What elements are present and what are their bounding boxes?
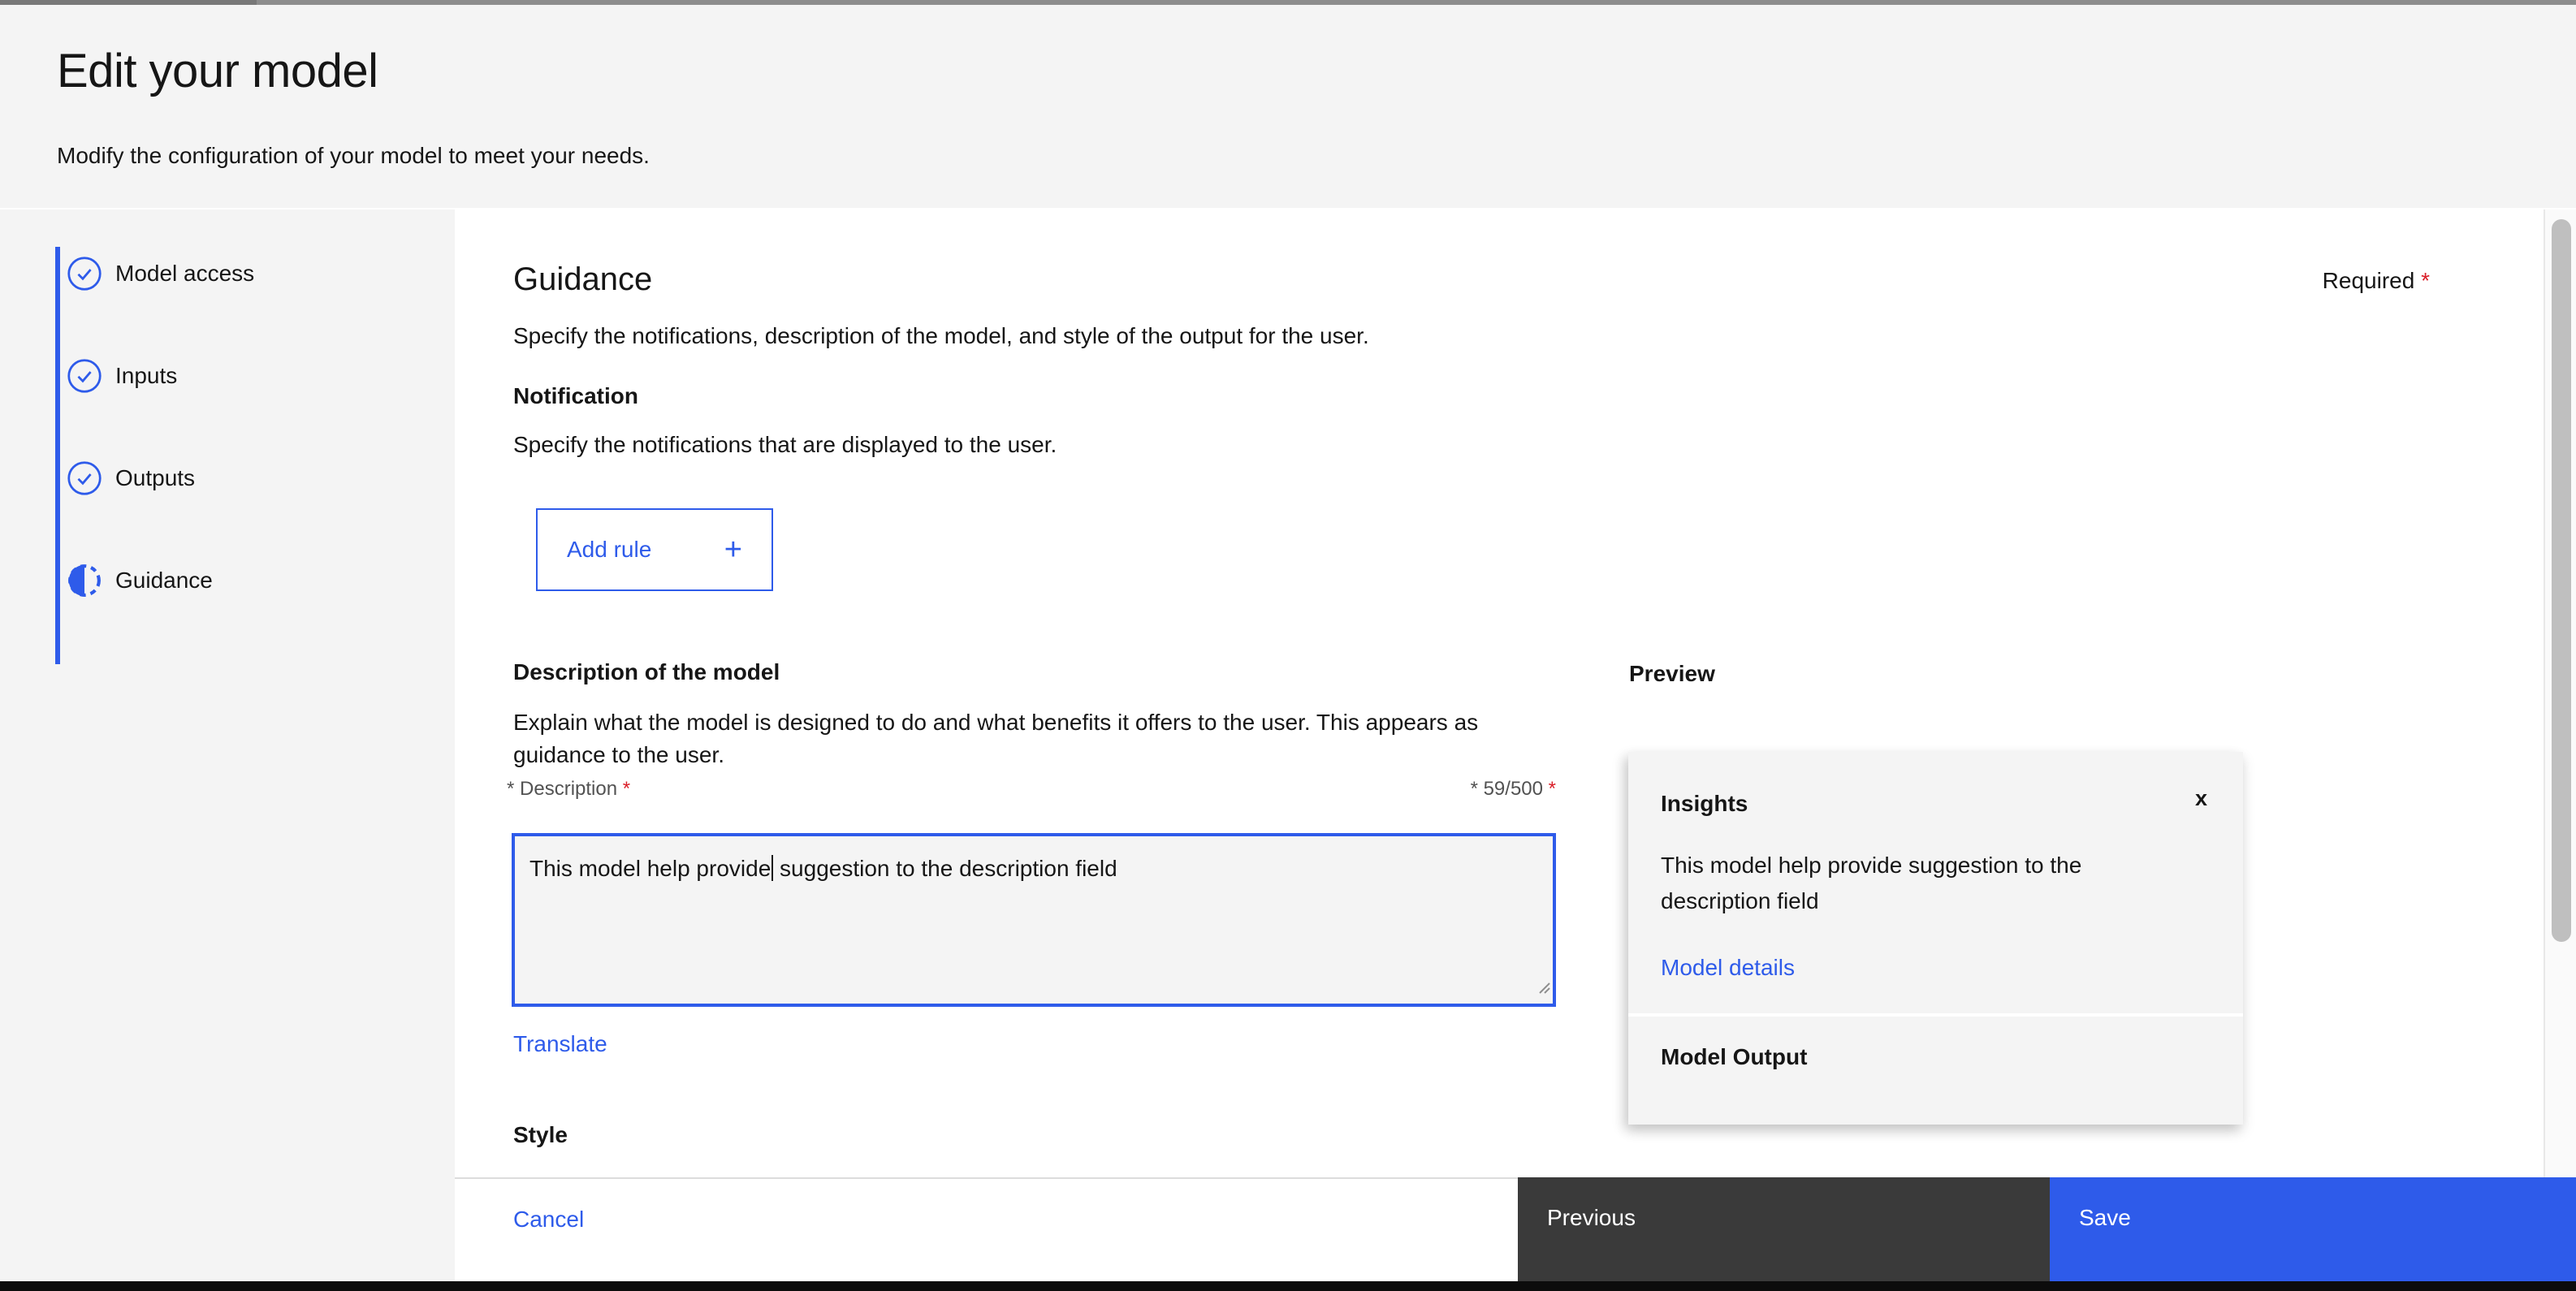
description-field-label: * Description * bbox=[507, 778, 630, 801]
description-textarea[interactable]: This model help provide suggestion to th… bbox=[512, 833, 1556, 1007]
step-current-half-circle-icon bbox=[67, 563, 102, 598]
preview-card: Insights x This model help provide sugge… bbox=[1628, 752, 2243, 1125]
preview-title: Preview bbox=[1629, 661, 1715, 686]
notification-description: Specify the notifications that are displ… bbox=[513, 432, 1057, 457]
footer-action-bar: Cancel Previous Save bbox=[455, 1177, 2576, 1281]
sidebar-step-model-access[interactable]: Model access bbox=[67, 256, 254, 291]
step-complete-icon bbox=[67, 358, 102, 394]
previous-button[interactable]: Previous bbox=[1518, 1177, 2050, 1281]
step-label: Outputs bbox=[115, 465, 196, 490]
model-details-link[interactable]: Model details bbox=[1661, 955, 1795, 981]
scrollbar-thumb[interactable] bbox=[2552, 219, 2571, 942]
scrollbar-track bbox=[2544, 209, 2576, 1177]
sidebar-step-outputs[interactable]: Guidance Outputs bbox=[67, 460, 195, 496]
sidebar-step-inputs[interactable]: Inputs bbox=[67, 358, 177, 394]
label-asterisk: * bbox=[507, 778, 521, 800]
style-section-title: Style bbox=[513, 1122, 568, 1147]
description-label-row: * Description * * 59/500 * bbox=[507, 778, 1556, 801]
counter-required-asterisk: * bbox=[1548, 778, 1556, 800]
description-section-title: Description of the model bbox=[513, 659, 780, 684]
footer-cancel-area: Cancel bbox=[455, 1177, 1518, 1281]
add-rule-button[interactable]: Add rule + bbox=[536, 508, 773, 591]
progress-indicator-line bbox=[55, 247, 60, 664]
description-section-help: Explain what the model is designed to do… bbox=[513, 710, 1479, 767]
counter-value: 59/500 bbox=[1483, 778, 1543, 800]
close-icon[interactable]: x bbox=[2195, 784, 2207, 812]
required-note-text: Required bbox=[2322, 268, 2415, 293]
page-title: Edit your model bbox=[57, 45, 378, 97]
translate-link[interactable]: Translate bbox=[513, 1031, 607, 1057]
form-content-area: Guidance Required * Specify the notifica… bbox=[455, 209, 2544, 1177]
required-asterisk: * bbox=[2421, 268, 2430, 293]
save-button[interactable]: Save bbox=[2050, 1177, 2576, 1281]
model-output-label: Model Output bbox=[1661, 1044, 1808, 1069]
section-description: Specify the notifications, description o… bbox=[513, 323, 1369, 348]
edit-model-page: Edit your model Modify the configuration… bbox=[0, 0, 2576, 1291]
textarea-text-after-caret: suggestion to the description field bbox=[773, 856, 1117, 881]
page-subtitle: Modify the configuration of your model t… bbox=[57, 143, 650, 168]
cancel-button[interactable]: Cancel bbox=[513, 1207, 584, 1233]
required-note: Required * bbox=[2323, 268, 2430, 294]
card-divider bbox=[1628, 1013, 2243, 1017]
bottom-screen-edge bbox=[0, 1281, 2576, 1291]
label-required-asterisk: * bbox=[622, 778, 631, 800]
plus-icon: + bbox=[724, 533, 742, 567]
progress-sidebar: Model access Inputs Guidance Outputs Gui… bbox=[0, 209, 455, 1281]
step-complete-icon bbox=[67, 460, 102, 496]
counter-asterisk: * bbox=[1470, 778, 1484, 800]
page-header: Edit your model Modify the configuration… bbox=[0, 5, 2576, 209]
textarea-resize-handle[interactable] bbox=[1533, 973, 1551, 1002]
sidebar-step-guidance[interactable]: Guidance bbox=[67, 563, 213, 598]
section-heading: Guidance bbox=[513, 261, 653, 297]
step-label: Guidance bbox=[115, 568, 213, 593]
textarea-text-before-caret: This model help provide bbox=[529, 856, 772, 881]
step-label: Inputs bbox=[115, 363, 178, 388]
step-label: Model access bbox=[115, 261, 255, 286]
character-counter: * 59/500 * bbox=[1471, 778, 1556, 801]
preview-card-body: This model help provide suggestion to th… bbox=[1661, 853, 2082, 913]
label-text: Description bbox=[520, 778, 618, 800]
notification-title: Notification bbox=[513, 383, 638, 408]
step-complete-icon bbox=[67, 256, 102, 291]
preview-card-header: Insights bbox=[1661, 791, 1748, 816]
add-rule-label: Add rule bbox=[567, 537, 652, 562]
